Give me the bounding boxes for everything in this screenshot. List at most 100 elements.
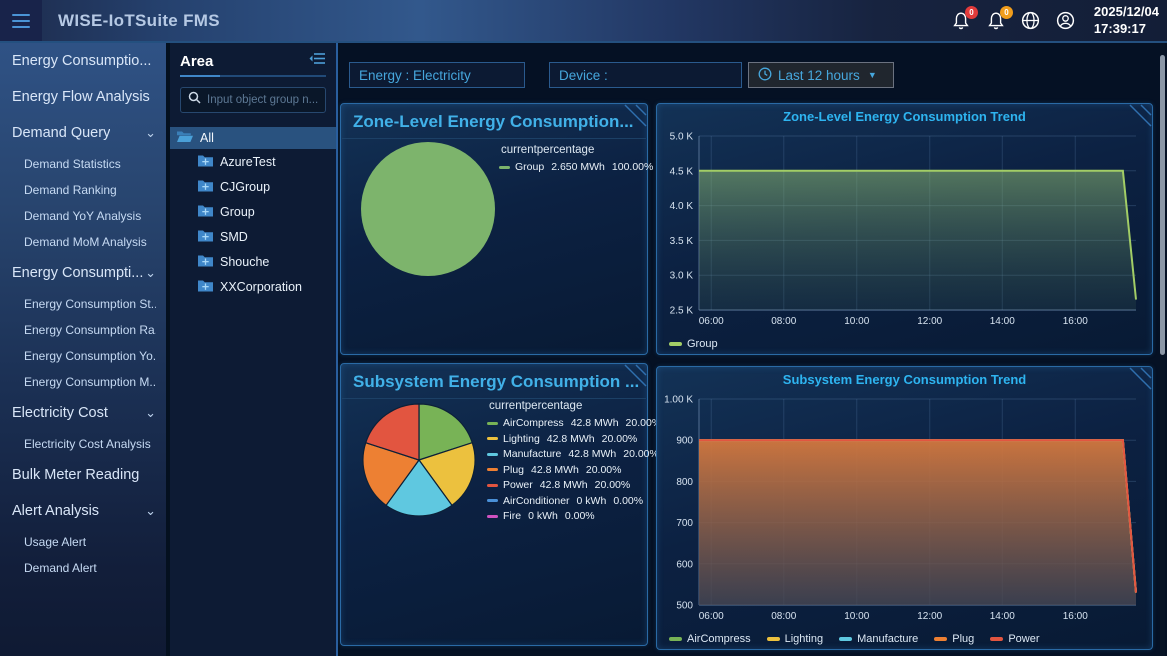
time-range-dropdown[interactable]: Last 12 hours ▼	[748, 62, 894, 88]
tree-node-shouche[interactable]: Shouche	[170, 249, 336, 274]
subsystem-trend-panel: Subsystem Energy Consumption Trend 06:00…	[656, 366, 1153, 650]
search-input[interactable]	[207, 94, 318, 106]
svg-text:4.0 K: 4.0 K	[670, 201, 694, 212]
sidebar-item-energy-consumption-statistics[interactable]: Energy Consumption St...	[0, 291, 166, 317]
sidebar-item-energy-consumption-ranking[interactable]: Energy Consumption Ra...	[0, 317, 166, 343]
energy-filter[interactable]: Energy : Electricity	[349, 62, 525, 88]
svg-text:500: 500	[676, 601, 693, 612]
folder-plus-icon	[198, 154, 213, 170]
sidebar-item-demand-mom-analysis[interactable]: Demand MoM Analysis	[0, 229, 166, 255]
globe-icon[interactable]	[1020, 10, 1042, 32]
trend-legend-item[interactable]: Power	[990, 633, 1039, 645]
sidebar-item-usage-alert[interactable]: Usage Alert	[0, 529, 166, 555]
subsystem-trend-chart[interactable]: 06:0008:0010:0012:0014:0016:005006007008…	[663, 391, 1146, 627]
pie-legend: currentpercentage Group2.650 MWh100.00%	[499, 144, 653, 177]
trend-legend-item[interactable]: AirCompress	[669, 633, 751, 645]
svg-text:4.5 K: 4.5 K	[670, 166, 694, 177]
pie-legend-item[interactable]: Manufacture42.8 MWh20.00%	[487, 448, 661, 460]
vertical-scrollbar[interactable]	[1160, 43, 1165, 656]
pie-legend-item[interactable]: AirConditioner0 kWh0.00%	[487, 495, 661, 507]
tree-node-cjgroup[interactable]: CJGroup	[170, 174, 336, 199]
panel-title: Subsystem Energy Consumption ...	[341, 364, 647, 398]
sidebar-item-energy-flow-analysis[interactable]: Energy Flow Analysis	[0, 79, 166, 115]
legend-marker	[487, 468, 498, 471]
svg-text:14:00: 14:00	[990, 316, 1015, 327]
zone-pie-panel: Zone-Level Energy Consumption... current…	[340, 103, 648, 355]
collapse-panel-icon[interactable]	[309, 52, 326, 70]
svg-text:16:00: 16:00	[1063, 611, 1088, 622]
sidebar-item-electricity-cost-analysis[interactable]: Electricity Cost Analysis	[0, 431, 166, 457]
zone-pie-chart[interactable]	[353, 134, 503, 284]
trend-legend-item[interactable]: Group	[669, 338, 718, 350]
object-group-search[interactable]	[180, 87, 326, 113]
tree-node-xxcorporation[interactable]: XXCorporation	[170, 274, 336, 299]
tree-node-smd[interactable]: SMD	[170, 224, 336, 249]
pie-legend-item[interactable]: Group2.650 MWh100.00%	[499, 161, 653, 173]
sidebar-item-energy-consumption-yoy[interactable]: Energy Consumption Yo...	[0, 343, 166, 369]
tree-node-group[interactable]: Group	[170, 199, 336, 224]
device-filter[interactable]: Device :	[549, 62, 742, 88]
notice-badge: 0	[1000, 6, 1013, 19]
legend-marker	[767, 637, 780, 641]
sidebar: Energy Consumptio... Energy Flow Analysi…	[0, 43, 166, 656]
svg-text:800: 800	[676, 477, 693, 488]
caret-down-icon: ▼	[868, 70, 877, 80]
svg-text:600: 600	[676, 559, 693, 570]
subsystem-pie-panel: Subsystem Energy Consumption ... current…	[340, 363, 648, 646]
sidebar-item-alert-analysis[interactable]: Alert Analysis⌄	[0, 493, 166, 529]
menu-toggle-button[interactable]	[0, 0, 42, 41]
area-panel-title: Area	[180, 53, 213, 70]
tree-node-all[interactable]: All	[170, 127, 336, 149]
alert-bell-icon[interactable]: 0	[950, 10, 972, 32]
search-icon	[188, 91, 201, 109]
sidebar-item-bulk-meter-reading[interactable]: Bulk Meter Reading	[0, 457, 166, 493]
subsystem-pie-chart[interactable]	[355, 396, 483, 524]
svg-text:2.5 K: 2.5 K	[670, 306, 694, 317]
svg-text:5.0 K: 5.0 K	[670, 132, 694, 143]
sidebar-item-demand-statistics[interactable]: Demand Statistics	[0, 151, 166, 177]
trend-legend-item[interactable]: Lighting	[767, 633, 824, 645]
sidebar-item-demand-yoy-analysis[interactable]: Demand YoY Analysis	[0, 203, 166, 229]
panel-title: Zone-Level Energy Consumption Trend	[657, 104, 1152, 128]
pie-legend-item[interactable]: AirCompress42.8 MWh20.00%	[487, 417, 661, 429]
legend-marker	[934, 637, 947, 641]
svg-text:08:00: 08:00	[771, 316, 796, 327]
legend-marker	[839, 637, 852, 641]
topbar-actions: 0 0 2025/12/04 17:39:17	[950, 0, 1159, 41]
open-folder-icon	[177, 130, 193, 146]
tree-node-azuretest[interactable]: AzureTest	[170, 149, 336, 174]
pie-legend-item[interactable]: Lighting42.8 MWh20.00%	[487, 433, 661, 445]
sidebar-item-energy-consumption[interactable]: Energy Consumptio...	[0, 43, 166, 79]
trend-legend-item[interactable]: Plug	[934, 633, 974, 645]
folder-plus-icon	[198, 229, 213, 245]
svg-text:12:00: 12:00	[917, 316, 942, 327]
legend-header: currentpercentage	[487, 400, 661, 412]
trend-legend: Group	[669, 338, 718, 350]
chevron-down-icon: ⌄	[145, 128, 156, 138]
area-panel: Area All AzureTest CJGroup	[170, 43, 338, 656]
svg-text:06:00: 06:00	[699, 316, 724, 327]
pie-legend-item[interactable]: Power42.8 MWh20.00%	[487, 479, 661, 491]
sidebar-item-demand-query[interactable]: Demand Query⌄	[0, 115, 166, 151]
topbar: WISE-IoTSuite FMS 0 0 2025/12/04 17:39:1…	[0, 0, 1167, 43]
account-icon[interactable]	[1055, 10, 1077, 32]
sidebar-item-demand-alert[interactable]: Demand Alert	[0, 555, 166, 581]
pie-legend-item[interactable]: Plug42.8 MWh20.00%	[487, 464, 661, 476]
svg-text:08:00: 08:00	[771, 611, 796, 622]
svg-text:16:00: 16:00	[1063, 316, 1088, 327]
sidebar-item-demand-ranking[interactable]: Demand Ranking	[0, 177, 166, 203]
pie-legend-item[interactable]: Fire0 kWh0.00%	[487, 510, 661, 522]
sidebar-item-energy-consumption-mom[interactable]: Energy Consumption M...	[0, 369, 166, 395]
alert-badge: 0	[965, 6, 978, 19]
time-text: 17:39:17	[1094, 21, 1159, 38]
trend-legend: AirCompress Lighting Manufacture Plug Power	[669, 633, 1040, 645]
zone-trend-chart[interactable]: 06:0008:0010:0012:0014:0016:002.5 K3.0 K…	[663, 128, 1146, 332]
sidebar-item-energy-consumption-group[interactable]: Energy Consumpti...⌄	[0, 255, 166, 291]
sidebar-item-electricity-cost[interactable]: Electricity Cost⌄	[0, 395, 166, 431]
scrollbar-thumb[interactable]	[1160, 55, 1165, 355]
notification-bell-icon[interactable]: 0	[985, 10, 1007, 32]
svg-text:10:00: 10:00	[844, 611, 869, 622]
trend-legend-item[interactable]: Manufacture	[839, 633, 918, 645]
svg-text:700: 700	[676, 518, 693, 529]
datetime-display: 2025/12/04 17:39:17	[1094, 4, 1159, 38]
